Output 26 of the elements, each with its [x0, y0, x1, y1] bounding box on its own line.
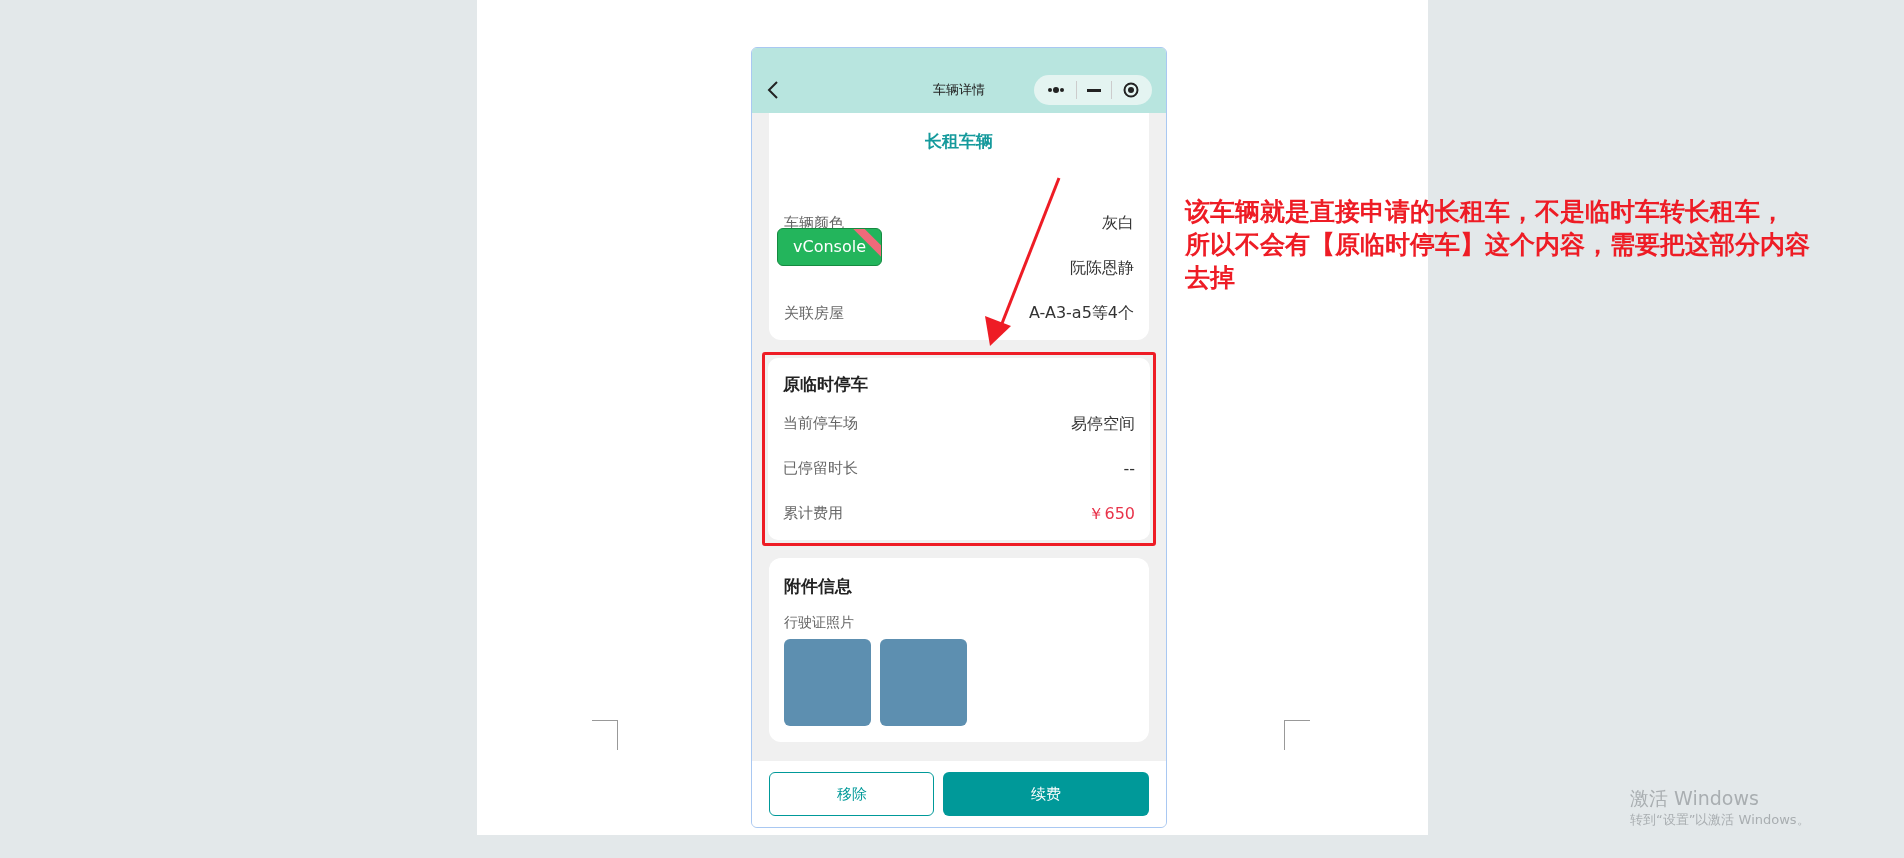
page-title: 车辆详情 [933, 80, 985, 99]
back-icon[interactable] [766, 80, 780, 100]
row-value: 易停空间 [1071, 412, 1135, 435]
row-label: 关联房屋 [784, 302, 844, 324]
card-title: 长租车辆 [924, 130, 994, 153]
corner-mark-icon [1284, 720, 1310, 750]
windows-notice-title: 激活 Windows [1630, 786, 1760, 810]
minimize-icon[interactable] [1086, 88, 1101, 92]
row-value: 灰白 [1102, 212, 1134, 234]
card-title: 原临时停车 [783, 372, 869, 396]
remove-button[interactable]: 移除 [769, 772, 935, 816]
annotation-text: 该车辆就是直接申请的长租车，不是临时车转长租车， 所以不会有【原临时停车】这个内容，需要把这部分内容 去掉 [1185, 196, 1810, 294]
row-label: 已停留时长 [783, 458, 858, 480]
row-value: A-A3-a5等4个 [1028, 302, 1134, 324]
more-icon[interactable] [1047, 87, 1066, 93]
row-label: 当前停车场 [783, 413, 858, 435]
vconsole-button[interactable]: vConsole [777, 228, 882, 266]
card-title: 附件信息 [784, 575, 853, 598]
row-value: -- [1123, 457, 1135, 480]
row-value: ￥650 [1088, 502, 1135, 525]
row-value: 阮陈恩静 [1070, 257, 1134, 279]
photo-label: 行驶证照片 [784, 612, 855, 632]
corner-mark-icon [592, 720, 618, 750]
close-icon[interactable] [1122, 82, 1139, 98]
renew-button[interactable]: 续费 [943, 772, 1149, 816]
row-label: 累计费用 [783, 503, 843, 525]
